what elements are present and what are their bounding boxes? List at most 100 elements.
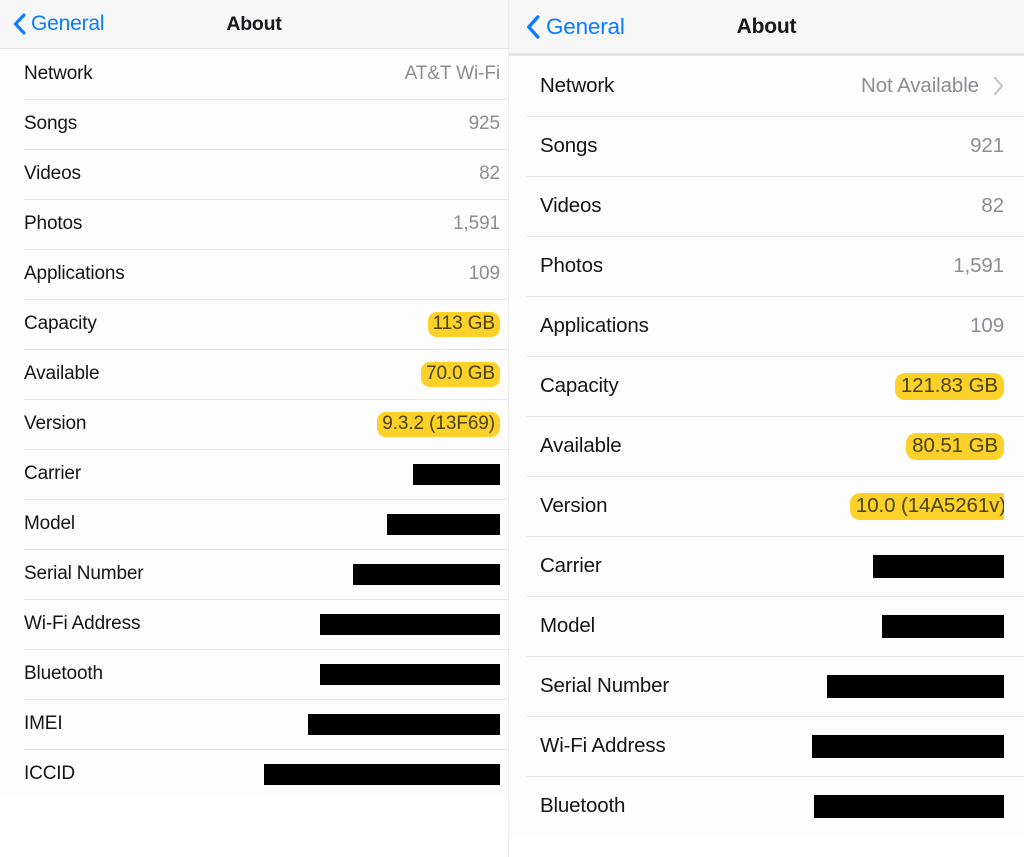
settings-row-label: Applications (24, 263, 125, 284)
settings-row-value-wrap: 82 (81, 163, 500, 185)
settings-row-value-wrap: 109 (649, 314, 1004, 338)
redaction-bar (320, 613, 500, 635)
settings-row: ICCID (0, 749, 508, 799)
settings-row: Serial Number (509, 656, 1024, 716)
settings-row-value-wrap: Not Available (614, 74, 1004, 98)
settings-row: Available 70.0 GB (0, 349, 508, 399)
settings-row[interactable]: Network Not Available (509, 56, 1024, 116)
settings-row-value-wrap: 109 (125, 263, 500, 285)
settings-row-value: 82 (981, 194, 1004, 217)
settings-row-value-wrap: 1,591 (82, 213, 500, 235)
settings-row: Photos 1,591 (509, 236, 1024, 296)
right-settings-list: Network Not Available Songs 921 Videos 82 Phot… (509, 56, 1024, 836)
settings-row: Model (509, 596, 1024, 656)
settings-row: Capacity 121.83 GB (509, 356, 1024, 416)
settings-row-value-wrap (62, 713, 500, 735)
settings-row-label: IMEI (24, 713, 63, 734)
redaction-bar (353, 563, 500, 585)
settings-row-value: AT&T Wi-Fi (404, 63, 500, 84)
chevron-left-icon (526, 14, 540, 39)
settings-row-label: Version (540, 494, 608, 517)
left-settings-list: Network AT&T Wi-Fi Songs 925 Videos 82 Photos 1… (0, 49, 508, 799)
settings-row-value-highlighted: 80.51 GB (906, 432, 1004, 460)
settings-row-label: Network (540, 74, 615, 97)
settings-row-value-wrap: AT&T Wi-Fi (93, 63, 500, 85)
redaction-bar (264, 763, 500, 785)
settings-row: Serial Number (0, 549, 508, 599)
settings-row: Applications 109 (0, 249, 508, 299)
settings-row-value-wrap (666, 734, 1004, 758)
redaction-bar (814, 794, 1004, 818)
redaction-bar (413, 463, 500, 485)
settings-row-label: Bluetooth (24, 663, 103, 684)
back-button-general[interactable]: General (509, 14, 625, 40)
settings-row-value-wrap: 10.0 (14A5261v) (607, 492, 1004, 520)
settings-row-label: Serial Number (24, 563, 144, 584)
settings-row: Available 80.51 GB (509, 416, 1024, 476)
settings-row-value-highlighted: 9.3.2 (13F69) (377, 411, 500, 437)
settings-row-label: Model (24, 513, 75, 534)
settings-row-value: 925 (468, 113, 500, 134)
settings-row-value-highlighted: 121.83 GB (894, 372, 1004, 400)
chevron-right-icon (993, 76, 1004, 96)
settings-row: Version 9.3.2 (13F69) (0, 399, 508, 449)
settings-row-value: 1,591 (452, 213, 500, 234)
settings-row: IMEI (0, 699, 508, 749)
settings-row-value: 82 (479, 163, 500, 184)
settings-row-label: Carrier (540, 554, 602, 577)
settings-row: Songs 925 (0, 99, 508, 149)
settings-row-value-wrap (143, 563, 500, 585)
settings-row-value-wrap (669, 674, 1004, 698)
settings-row-value: 109 (970, 314, 1004, 337)
settings-row-value: 921 (970, 134, 1004, 157)
settings-row: Carrier (509, 536, 1024, 596)
comparison-screenshot: General About Network AT&T Wi-Fi Songs 925 V… (0, 0, 1024, 857)
redaction-bar (308, 713, 500, 735)
left-phone-panel: General About Network AT&T Wi-Fi Songs 925 V… (0, 0, 509, 857)
settings-row-value-wrap: 82 (601, 194, 1004, 218)
settings-row-label: Version (24, 413, 87, 434)
settings-row-value-wrap: 121.83 GB (619, 372, 1004, 400)
settings-row-value-wrap: 9.3.2 (13F69) (86, 411, 500, 437)
settings-row: Videos 82 (509, 176, 1024, 236)
settings-row-value-wrap: 80.51 GB (621, 432, 1004, 460)
settings-row-label: Songs (540, 134, 598, 157)
settings-row-value-wrap (140, 613, 500, 635)
redaction-bar (882, 614, 1004, 638)
redaction-bar (873, 554, 1004, 578)
back-button-label: General (31, 12, 105, 35)
settings-row-value-wrap: 925 (77, 113, 500, 135)
redaction-bar (827, 674, 1004, 698)
settings-row-value-highlighted: 113 GB (427, 311, 500, 337)
settings-row-label: Videos (540, 194, 602, 217)
settings-row: Photos 1,591 (0, 199, 508, 249)
settings-row-label: Applications (540, 314, 649, 337)
settings-row-label: Model (540, 614, 596, 637)
settings-row-label: Wi-Fi Address (24, 613, 141, 634)
redaction-bar (387, 513, 500, 535)
settings-row-label: Capacity (540, 374, 619, 397)
settings-row-label: ICCID (24, 763, 75, 784)
back-button-general[interactable]: General (0, 12, 105, 36)
settings-row-label: Available (24, 363, 100, 384)
settings-row: Network AT&T Wi-Fi (0, 49, 508, 99)
settings-row-value-wrap: 921 (597, 134, 1004, 158)
settings-row-label: Songs (24, 113, 78, 134)
right-navbar: General About (509, 0, 1024, 56)
settings-row: Bluetooth (0, 649, 508, 699)
settings-row-value-wrap: 113 GB (97, 311, 500, 337)
settings-row-value: 109 (468, 263, 500, 284)
settings-row-value-wrap (595, 614, 1004, 638)
settings-row-label: Capacity (24, 313, 97, 334)
settings-row-label: Videos (24, 163, 81, 184)
settings-row-value-wrap (75, 513, 500, 535)
redaction-bar (320, 663, 500, 685)
settings-row-value-highlighted: 10.0 (14A5261v) (849, 492, 1004, 520)
left-navbar: General About (0, 0, 508, 49)
right-phone-panel: General About Network Not Available Songs 9… (509, 0, 1024, 857)
settings-row-label: Photos (24, 213, 83, 234)
settings-row: Carrier (0, 449, 508, 499)
settings-row-value-wrap: 70.0 GB (99, 361, 500, 387)
settings-row-value-wrap (602, 554, 1004, 578)
settings-row-value: Not Available (861, 74, 979, 97)
